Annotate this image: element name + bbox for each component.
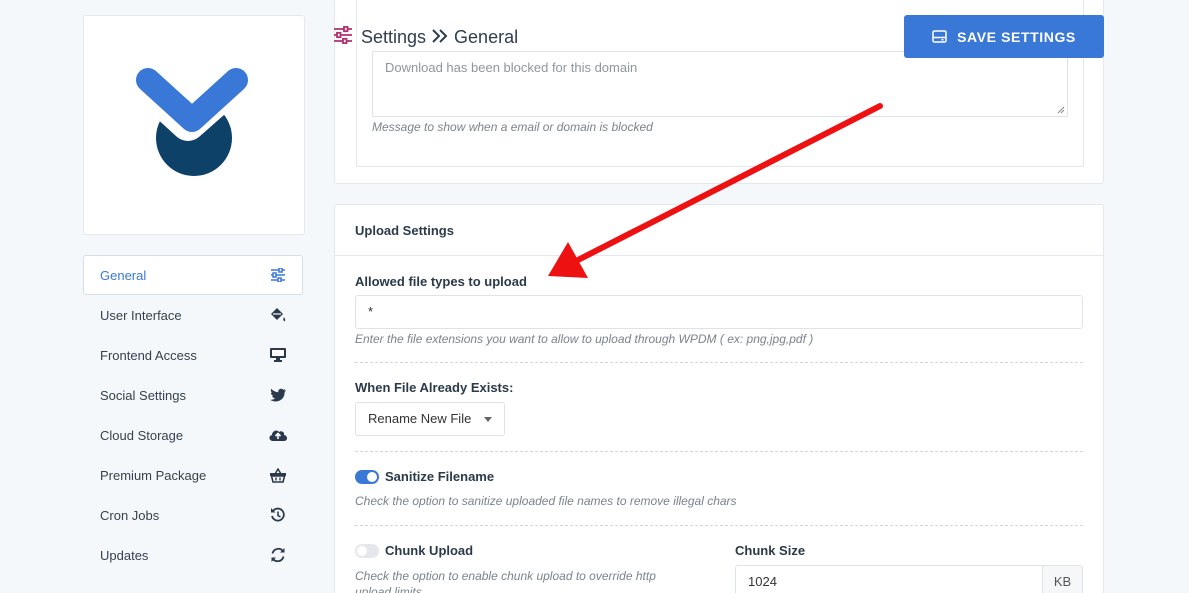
file-exists-value: Rename New File bbox=[368, 411, 472, 426]
sync-icon bbox=[268, 545, 288, 565]
textarea-placeholder: Download has been blocked for this domai… bbox=[385, 60, 638, 75]
sanitize-filename-toggle[interactable] bbox=[355, 470, 379, 484]
sidebar-item-cron-jobs[interactable]: Cron Jobs bbox=[83, 495, 303, 535]
sidebar-item-label: Frontend Access bbox=[100, 347, 197, 363]
sidebar-item-label: Social Settings bbox=[100, 387, 186, 403]
breadcrumb: Settings General bbox=[333, 22, 518, 52]
divider bbox=[355, 451, 1083, 452]
sidebar-item-social-settings[interactable]: Social Settings bbox=[83, 375, 303, 415]
sidebar-item-frontend-access[interactable]: Frontend Access bbox=[83, 335, 303, 375]
sidebar-item-updates[interactable]: Updates bbox=[83, 535, 303, 575]
breadcrumb-settings[interactable]: Settings bbox=[361, 27, 426, 48]
save-settings-button[interactable]: SAVE SETTINGS bbox=[904, 15, 1104, 58]
file-exists-select[interactable]: Rename New File bbox=[355, 402, 505, 436]
sidebar-item-general[interactable]: General bbox=[83, 255, 303, 295]
chunk-size-label: Chunk Size bbox=[735, 543, 806, 558]
hard-drive-icon bbox=[932, 30, 947, 43]
allowed-types-help: Enter the file extensions you want to al… bbox=[355, 332, 814, 346]
chevron-down-icon bbox=[484, 416, 492, 422]
chunk-size-input[interactable]: 1024 bbox=[735, 565, 1043, 593]
sidebar-item-label: Cloud Storage bbox=[100, 427, 184, 443]
sidebar-item-label: User Interface bbox=[100, 307, 182, 323]
divider bbox=[355, 362, 1083, 363]
sidebar-item-cloud-storage[interactable]: Cloud Storage bbox=[83, 415, 303, 455]
sidebar-item-label: Updates bbox=[100, 547, 149, 563]
allowed-types-input[interactable]: * bbox=[355, 295, 1083, 329]
sanitize-filename-label: Sanitize Filename bbox=[385, 469, 495, 484]
chunk-size-unit: KB bbox=[1042, 565, 1083, 593]
toggle-knob bbox=[357, 546, 367, 556]
cloud-upload-icon bbox=[268, 425, 288, 445]
file-exists-label: When File Already Exists: bbox=[355, 380, 514, 395]
sidebar-item-label: Premium Package bbox=[100, 467, 207, 483]
upload-settings-panel: Upload Settings Allowed file types to up… bbox=[334, 204, 1104, 593]
blocked-message-help: Message to show when a email or domain i… bbox=[372, 120, 653, 134]
chunk-upload-toggle[interactable] bbox=[355, 544, 379, 558]
history-icon bbox=[268, 505, 288, 525]
toggle-knob bbox=[367, 472, 377, 482]
resize-grip-icon[interactable] bbox=[1057, 106, 1065, 114]
logo-card bbox=[83, 15, 305, 235]
blocked-message-textarea[interactable]: Download has been blocked for this domai… bbox=[372, 51, 1068, 117]
sidebar-item-label: General bbox=[100, 267, 147, 283]
page-title: General bbox=[454, 26, 519, 47]
settings-sidebar: General User Interface Frontend Access S… bbox=[83, 255, 303, 575]
upload-settings-title: Upload Settings bbox=[335, 205, 1103, 256]
chunk-upload-label: Chunk Upload bbox=[385, 543, 474, 558]
sidebar-item-user-interface[interactable]: User Interface bbox=[83, 295, 303, 335]
divider bbox=[355, 525, 1083, 526]
twitter-icon bbox=[268, 385, 288, 405]
chevron-double-right-icon bbox=[432, 27, 448, 48]
monitor-icon bbox=[268, 345, 288, 365]
sliders-icon bbox=[268, 265, 288, 285]
basket-icon bbox=[268, 465, 288, 485]
sidebar-item-premium-package[interactable]: Premium Package bbox=[83, 455, 303, 495]
save-button-label: SAVE SETTINGS bbox=[957, 28, 1076, 45]
sidebar-item-label: Cron Jobs bbox=[100, 507, 160, 523]
allowed-types-label: Allowed file types to upload bbox=[355, 274, 527, 289]
paint-bucket-icon bbox=[268, 305, 288, 325]
brand-logo bbox=[134, 66, 254, 176]
sanitize-filename-help: Check the option to sanitize uploaded fi… bbox=[355, 494, 737, 508]
sliders-icon bbox=[333, 25, 353, 49]
chunk-upload-help: Check the option to enable chunk upload … bbox=[355, 569, 656, 593]
